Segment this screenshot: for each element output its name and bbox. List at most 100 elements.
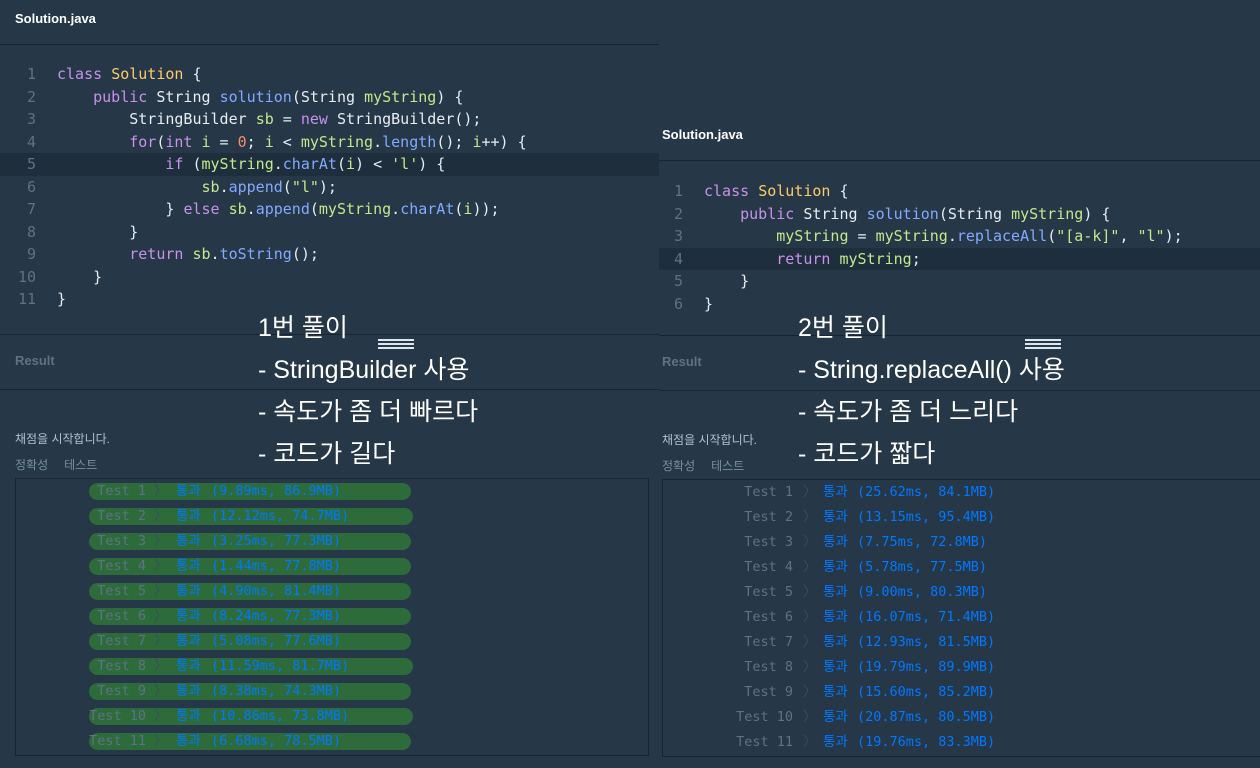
test-detail: (4.90ms, 81.4MB): [211, 583, 342, 599]
code-line[interactable]: 1 class Solution {: [0, 63, 659, 86]
code-line[interactable]: 9 return sb.toString();: [0, 243, 659, 266]
code-line[interactable]: 2 public String solution(String myString…: [0, 86, 659, 109]
chevron-right-icon: 〉: [154, 533, 168, 549]
test-detail: (8.38ms, 74.3MB): [211, 683, 342, 699]
test-result-row: Test 11 〉 통과 (6.68ms, 78.5MB): [16, 729, 648, 754]
chevron-right-icon: 〉: [154, 608, 168, 624]
line-number: 7: [26, 200, 36, 218]
code-text: }: [704, 272, 750, 290]
tab-accuracy[interactable]: 정확성: [15, 458, 48, 472]
code-line[interactable]: 1 class Solution {: [659, 180, 1260, 203]
line-number: 10: [17, 267, 36, 286]
line-number: 11: [17, 290, 36, 308]
code-line[interactable]: 5 }: [659, 270, 1260, 293]
test-name: Test 3: [744, 534, 793, 550]
line-number: 5: [26, 155, 36, 173]
pass-label: 통과: [823, 659, 848, 675]
pass-label: 통과: [823, 609, 848, 625]
code-line[interactable]: 7 } else sb.append(myString.charAt(i));: [0, 198, 659, 221]
test-detail: (11.59ms, 81.7MB): [211, 658, 350, 674]
code-text: return myString;: [776, 249, 921, 268]
chevron-right-icon: 〉: [154, 633, 168, 649]
pass-label: 통과: [823, 484, 848, 500]
chevron-right-icon: 〉: [803, 659, 817, 675]
code-line[interactable]: 2 public String solution(String myString…: [659, 203, 1260, 226]
chevron-right-icon: 〉: [803, 534, 817, 550]
test-detail: (7.75ms, 72.8MB): [857, 534, 988, 550]
chevron-right-icon: 〉: [154, 583, 168, 599]
file-name: Solution.java: [15, 11, 96, 26]
code-text: }: [57, 222, 139, 241]
code-text: myString = myString.replaceAll("[a-k]", …: [776, 227, 1183, 245]
test-result-row: Test 10 〉 통과 (10.86ms, 73.8MB): [16, 704, 648, 729]
test-detail: (15.60ms, 85.2MB): [857, 684, 996, 700]
code-text: if (myString.charAt(i) < 'l') {: [165, 155, 446, 173]
test-name: Test 1: [744, 484, 793, 500]
line-number: 5: [673, 272, 683, 290]
test-detail: (9.00ms, 80.3MB): [857, 584, 988, 600]
code-line[interactable]: 6 sb.append("l");: [0, 176, 659, 199]
pass-label: 통과: [176, 658, 201, 674]
test-result-row: Test 6 〉 통과 (8.24ms, 77.3MB): [16, 604, 648, 629]
test-result-row: Test 11 〉 통과 (19.76ms, 83.3MB): [663, 730, 1260, 755]
solution-2-notes: 2번 풀이 - String.replaceAll() 사용 - 속도가 좀 더…: [798, 307, 1065, 475]
test-result-row: Test 1 〉 통과 (25.62ms, 84.1MB): [663, 480, 1260, 505]
test-detail: (12.12ms, 74.7MB): [211, 508, 350, 524]
code-line[interactable]: 4 for(int i = 0; i < myString.length(); …: [0, 131, 659, 154]
line-number: 4: [673, 249, 683, 268]
test-detail: (19.79ms, 89.9MB): [857, 659, 996, 675]
code-line[interactable]: 10 }: [0, 266, 659, 289]
pass-label: 통과: [823, 509, 848, 525]
result-label: Result: [662, 354, 702, 369]
code-line[interactable]: 5 if (myString.charAt(i) < 'l') {: [0, 153, 659, 176]
pass-label: 통과: [823, 684, 848, 700]
code-text: }: [57, 267, 103, 286]
tab-test[interactable]: 테스트: [711, 459, 744, 473]
test-name: Test 11: [736, 734, 793, 750]
line-number: 2: [26, 87, 36, 106]
chevron-right-icon: 〉: [154, 658, 168, 674]
tab-accuracy[interactable]: 정확성: [662, 459, 695, 473]
test-result-row: Test 9 〉 통과 (8.38ms, 74.3MB): [16, 679, 648, 704]
test-name: Test 5: [744, 584, 793, 600]
pass-label: 통과: [176, 608, 201, 624]
test-name: Test 8: [97, 658, 146, 674]
solution-1-notes: 1번 풀이 - StringBuilder 사용 - 속도가 좀 더 빠르다 -…: [258, 307, 478, 475]
code-line[interactable]: 3 myString = myString.replaceAll("[a-k]"…: [659, 225, 1260, 248]
code-text: sb.append("l");: [201, 177, 337, 196]
chevron-right-icon: 〉: [803, 609, 817, 625]
line-number: 1: [26, 65, 36, 83]
file-header: Solution.java: [659, 116, 1260, 161]
test-name: Test 6: [744, 609, 793, 625]
test-name: Test 7: [97, 633, 146, 649]
chevron-right-icon: 〉: [803, 634, 817, 650]
code-line[interactable]: 8 }: [0, 221, 659, 244]
test-detail: (3.25ms, 77.3MB): [211, 533, 342, 549]
test-result-row: Test 10 〉 통과 (20.87ms, 80.5MB): [663, 705, 1260, 730]
pass-label: 통과: [823, 734, 848, 750]
test-detail: (5.78ms, 77.5MB): [857, 559, 988, 575]
test-result-row: Test 5 〉 통과 (9.00ms, 80.3MB): [663, 580, 1260, 605]
menu-lines-icon: [378, 339, 414, 349]
code-editor[interactable]: 1 class Solution {2 public String solutio…: [0, 63, 659, 311]
file-name: Solution.java: [662, 127, 743, 142]
pass-label: 통과: [823, 559, 848, 575]
test-result-row: Test 1 〉 통과 (9.89ms, 86.9MB): [16, 479, 648, 504]
code-line[interactable]: 4 return myString;: [659, 247, 1260, 270]
test-name: Test 6: [97, 608, 146, 624]
line-number: 4: [26, 132, 36, 151]
test-detail: (9.89ms, 86.9MB): [211, 483, 342, 499]
test-name: Test 4: [97, 558, 146, 574]
test-results: Test 1 〉 통과 (9.89ms, 86.9MB) Test 2 〉 통과 (12.12…: [15, 478, 649, 756]
test-name: Test 3: [97, 533, 146, 549]
test-detail: (1.44ms, 77.8MB): [211, 558, 342, 574]
code-editor[interactable]: 1 class Solution {2 public String solutio…: [659, 180, 1260, 315]
test-name: Test 10: [736, 709, 793, 725]
result-tabs: 정확성 테스트: [15, 456, 113, 473]
notes-point: - StringBuilder 사용: [258, 356, 470, 384]
code-line[interactable]: 3 StringBuilder sb = new StringBuilder()…: [0, 108, 659, 131]
line-number: 1: [673, 182, 683, 200]
tab-test[interactable]: 테스트: [64, 458, 97, 472]
chevron-right-icon: 〉: [154, 708, 168, 724]
chevron-right-icon: 〉: [154, 683, 168, 699]
